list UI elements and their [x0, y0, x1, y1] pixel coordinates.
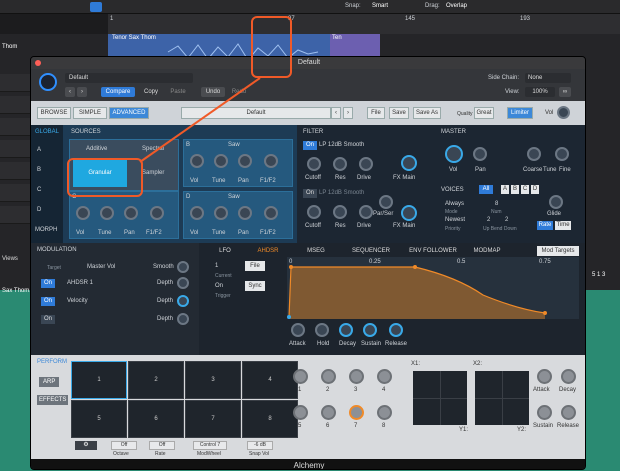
annotation-arrow [139, 77, 261, 163]
